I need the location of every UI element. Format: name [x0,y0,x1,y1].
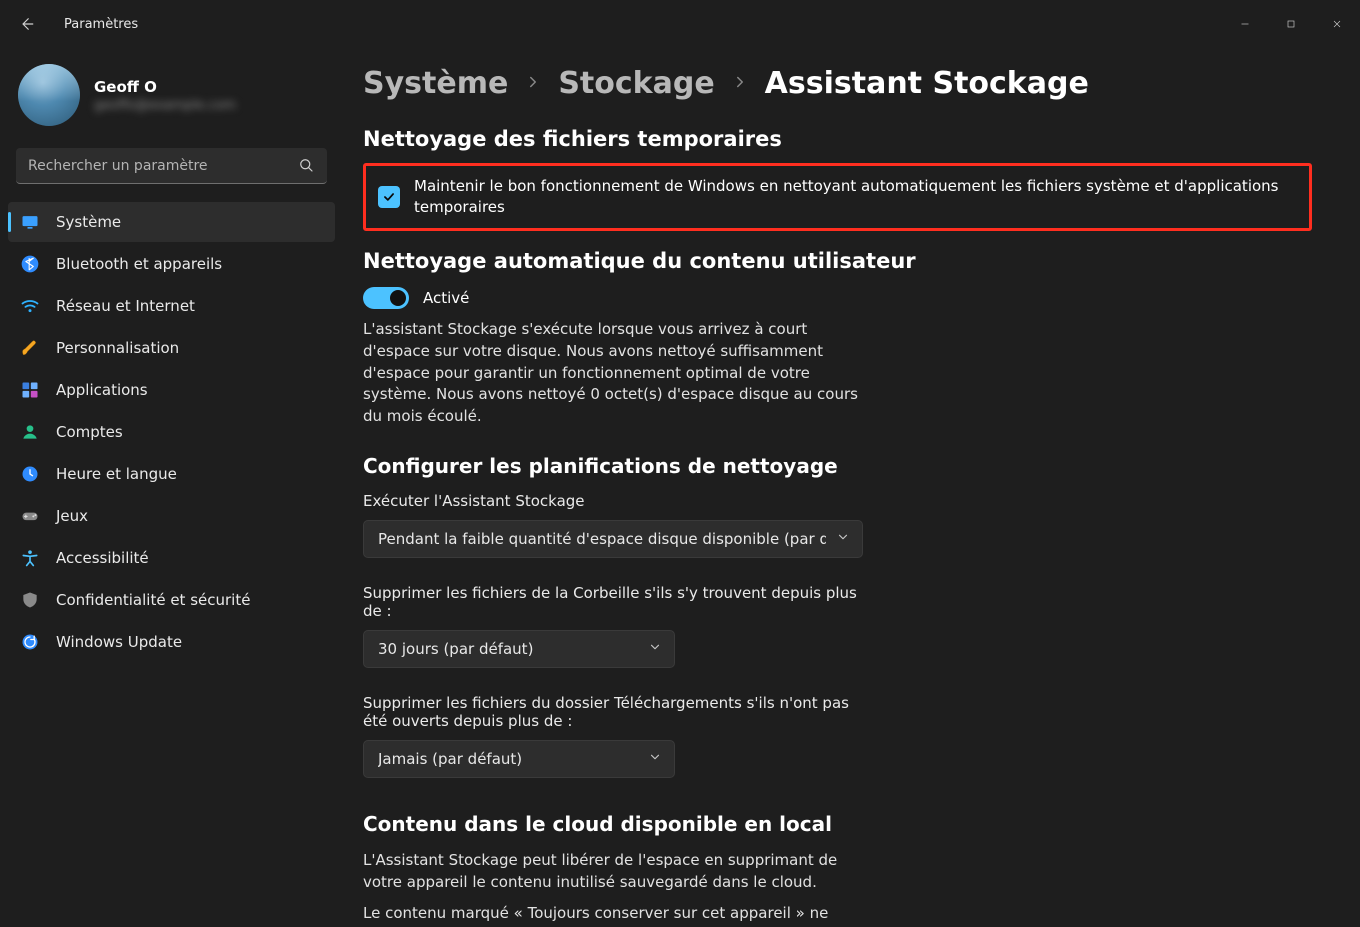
app-title: Paramètres [64,17,138,32]
window-maximize-button[interactable] [1268,8,1314,40]
wifi-icon [20,296,40,316]
schedule-downloads-value: Jamais (par défaut) [378,750,522,768]
temp-cleanup-label: Maintenir le bon fonctionnement de Windo… [414,176,1297,218]
schedule-downloads-select[interactable]: Jamais (par défaut) [363,740,675,778]
section-title-schedule: Configurer les planifications de nettoya… [363,454,1312,478]
sidebar-search [16,148,327,184]
chevron-down-icon [836,530,850,548]
clock-icon [20,464,40,484]
search-input[interactable] [16,148,327,184]
sidebar-item-label: Système [56,213,121,231]
sidebar-item-label: Accessibilité [56,549,149,567]
sidebar-item-windows-update[interactable]: Windows Update [8,622,335,662]
profile-email: geoffo@example.com [94,98,236,113]
schedule-recycle-label: Supprimer les fichiers de la Corbeille s… [363,584,863,620]
auto-user-toggle[interactable] [363,287,409,309]
sidebar-nav: Système Bluetooth et appareils Réseau et… [8,202,335,662]
breadcrumb-system[interactable]: Système [363,66,508,101]
sidebar-item-network[interactable]: Réseau et Internet [8,286,335,326]
sidebar-item-accessibility[interactable]: Accessibilité [8,538,335,578]
schedule-run-select[interactable]: Pendant la faible quantité d'espace disq… [363,520,863,558]
sidebar-item-bluetooth[interactable]: Bluetooth et appareils [8,244,335,284]
window-minimize-button[interactable] [1222,8,1268,40]
sidebar-item-label: Bluetooth et appareils [56,255,222,273]
minimize-icon [1239,18,1251,30]
bluetooth-icon [20,254,40,274]
apps-icon [20,380,40,400]
schedule-run-value: Pendant la faible quantité d'espace disq… [378,530,826,548]
sidebar-item-label: Confidentialité et sécurité [56,591,250,609]
system-icon [20,212,40,232]
sidebar-item-label: Jeux [56,507,88,525]
sidebar-item-label: Comptes [56,423,123,441]
accessibility-icon [20,548,40,568]
cloud-desc-1: L'Assistant Stockage peut libérer de l'e… [363,850,858,894]
section-title-temp: Nettoyage des fichiers temporaires [363,127,1312,151]
back-button[interactable] [6,4,46,44]
close-icon [1331,18,1343,30]
breadcrumb-storage-sense: Assistant Stockage [765,66,1089,101]
main-content: Système Stockage Assistant Stockage Nett… [345,48,1360,927]
brush-icon [20,338,40,358]
sidebar-item-label: Réseau et Internet [56,297,195,315]
chevron-down-icon [648,640,662,658]
maximize-icon [1285,18,1297,30]
profile-block[interactable]: Geoff O geoffo@example.com [8,60,335,140]
check-icon [382,190,396,204]
breadcrumb-storage[interactable]: Stockage [558,66,714,101]
chevron-right-icon [731,73,749,95]
schedule-run-label: Exécuter l'Assistant Stockage [363,492,863,510]
auto-user-description: L'assistant Stockage s'exécute lorsque v… [363,319,858,428]
temp-cleanup-row-highlight: Maintenir le bon fonctionnement de Windo… [363,163,1312,231]
sidebar-item-label: Applications [56,381,148,399]
search-icon [297,156,315,178]
section-title-cloud: Contenu dans le cloud disponible en loca… [363,812,1312,836]
sidebar-item-label: Windows Update [56,633,182,651]
sidebar-item-system[interactable]: Système [8,202,335,242]
titlebar: Paramètres [0,0,1360,48]
schedule-recycle-select[interactable]: 30 jours (par défaut) [363,630,675,668]
breadcrumb: Système Stockage Assistant Stockage [363,66,1312,101]
sidebar-item-time-language[interactable]: Heure et langue [8,454,335,494]
gamepad-icon [20,506,40,526]
schedule-recycle-value: 30 jours (par défaut) [378,640,533,658]
schedule-downloads-label: Supprimer les fichiers du dossier Téléch… [363,694,863,730]
sidebar-item-personalization[interactable]: Personnalisation [8,328,335,368]
chevron-right-icon [524,73,542,95]
chevron-down-icon [648,750,662,768]
sidebar-item-label: Heure et langue [56,465,177,483]
sidebar-item-label: Personnalisation [56,339,179,357]
avatar [18,64,80,126]
auto-user-toggle-row: Activé [363,287,1312,309]
update-icon [20,632,40,652]
sidebar-item-accounts[interactable]: Comptes [8,412,335,452]
sidebar-item-gaming[interactable]: Jeux [8,496,335,536]
back-arrow-icon [17,15,35,33]
shield-icon [20,590,40,610]
cloud-desc-2: Le contenu marqué « Toujours conserver s… [363,903,858,927]
sidebar: Geoff O geoffo@example.com Système Bluet… [0,48,345,927]
person-icon [20,422,40,442]
profile-name: Geoff O [94,78,236,96]
sidebar-item-privacy[interactable]: Confidentialité et sécurité [8,580,335,620]
auto-user-toggle-label: Activé [423,289,469,307]
section-title-auto-user: Nettoyage automatique du contenu utilisa… [363,249,1312,273]
sidebar-item-apps[interactable]: Applications [8,370,335,410]
temp-cleanup-checkbox[interactable] [378,186,400,208]
window-close-button[interactable] [1314,8,1360,40]
